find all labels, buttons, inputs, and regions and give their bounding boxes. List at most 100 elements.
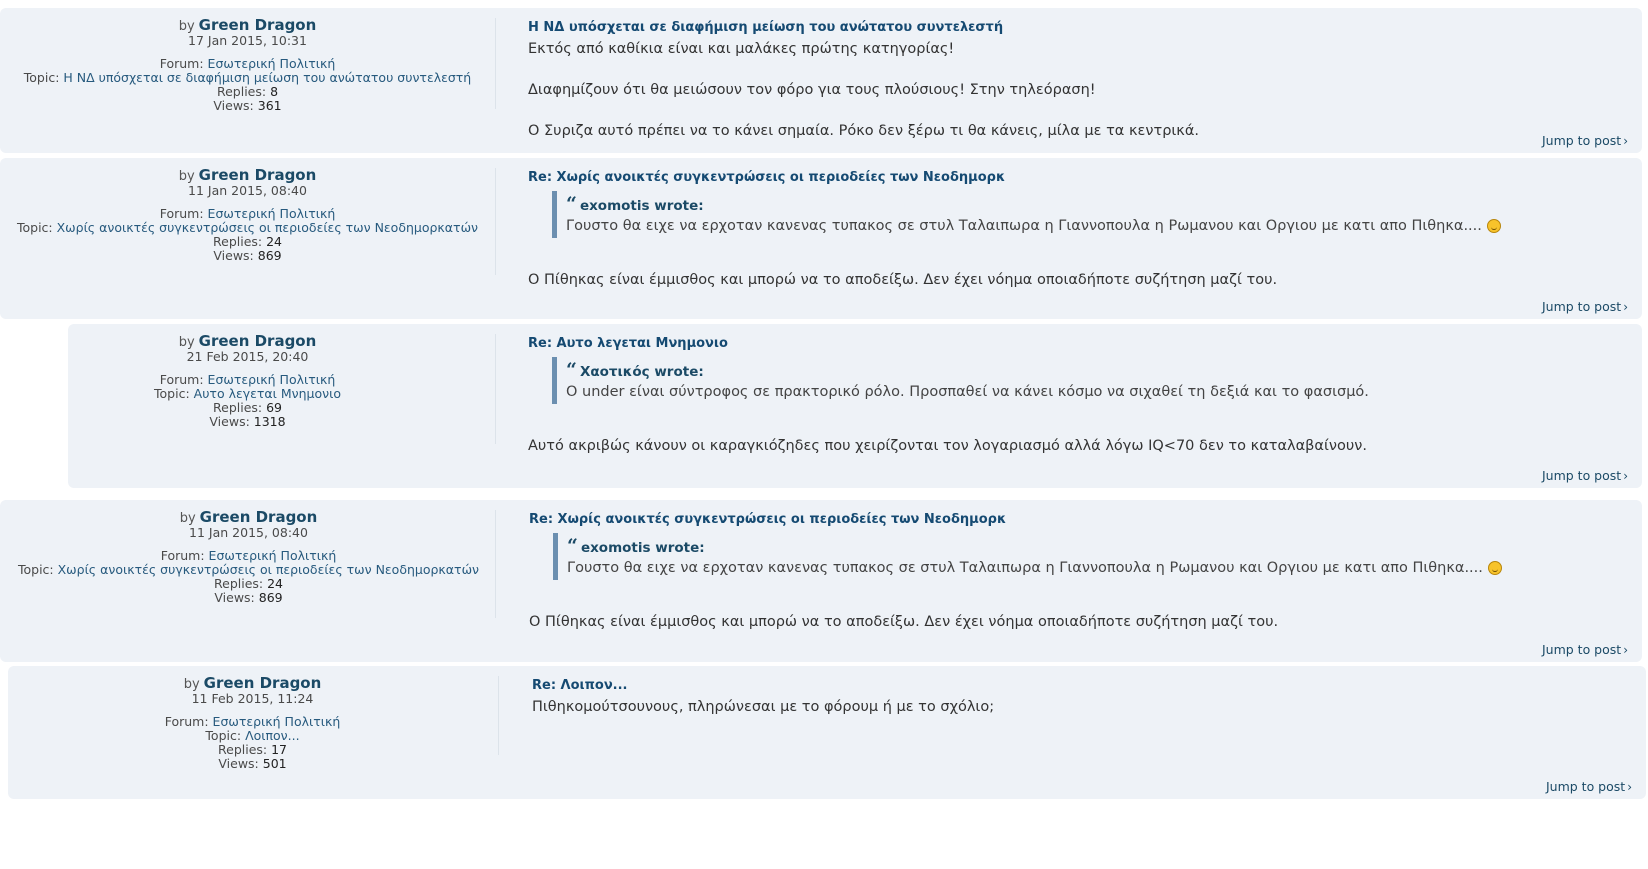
forum-link[interactable]: Εσωτερική Πολιτική [209, 548, 337, 563]
jump-label: Jump to post [1541, 133, 1622, 148]
forum-link[interactable]: Εσωτερική Πολιτική [208, 206, 336, 221]
views-count: 1318 [253, 414, 286, 429]
forum-label: Forum: [160, 548, 205, 563]
quote-author: Χαοτικός wrote: [579, 364, 704, 380]
topic-link[interactable]: Η ΝΔ υπόσχεται σε διαφήμιση μείωση του α… [63, 70, 471, 85]
post-title-link[interactable]: Re: Χωρίς ανοικτές συγκεντρώσεις οι περι… [529, 512, 1622, 527]
author-link[interactable]: Green Dragon [199, 166, 317, 184]
post-paragraph: Αυτό ακριβώς κάνουν οι καραγκιόζηδες που… [528, 438, 1367, 454]
replies-count: 69 [266, 400, 282, 415]
views-count: 869 [258, 590, 283, 605]
post-date: 11 Jan 2015, 08:40 [189, 525, 308, 540]
post-date: 21 Feb 2015, 20:40 [186, 349, 309, 364]
post-author-info: by Green Dragon 11 Jan 2015, 08:40 Forum… [1, 510, 496, 605]
replies-label: Replies: [214, 576, 264, 591]
views-label: Views: [213, 248, 254, 263]
topic-link[interactable]: Χωρίς ανοικτές συγκεντρώσεις οι περιοδεί… [57, 220, 478, 235]
views-count: 869 [257, 248, 282, 263]
post-content: Η ΝΔ υπόσχεται σε διαφήμιση μείωση του α… [528, 20, 1622, 162]
quote-icon: “ [567, 535, 578, 557]
jump-to-post-link[interactable]: Jump to post › [1542, 468, 1628, 483]
author-link[interactable]: Green Dragon [199, 16, 317, 34]
post-title-link[interactable]: Re: Χωρίς ανοικτές συγκεντρώσεις οι περι… [528, 170, 1622, 185]
by-label: by [178, 19, 195, 34]
author-link[interactable]: Green Dragon [199, 332, 317, 350]
chevron-right-icon: › [1627, 780, 1632, 794]
author-link[interactable]: Green Dragon [204, 674, 322, 692]
chevron-right-icon: › [1623, 469, 1628, 483]
post-paragraph: Πιθηκομούτσουνους, πληρώνεσαι με το φόρο… [532, 699, 995, 715]
forum-label: Forum: [159, 372, 204, 387]
search-result-post: by Green Dragon 11 Jan 2015, 08:40 Forum… [0, 500, 1642, 662]
replies-count: 17 [271, 742, 287, 757]
by-label: by [178, 169, 195, 184]
topic-label: Topic: [205, 728, 242, 743]
quote-text: Γουστο θα ειχε να ερχοταν κανενας τυπακο… [566, 218, 1482, 234]
post-paragraph: Ο Συριζα αυτό πρέπει να το κάνει σημαία.… [528, 123, 1200, 139]
replies-count: 8 [270, 84, 279, 99]
column-divider [495, 334, 496, 444]
quote-block: “exomotis wrote: Γουστο θα ειχε να ερχοτ… [553, 533, 1622, 580]
views-label: Views: [214, 590, 255, 605]
column-divider [498, 676, 499, 755]
topic-link[interactable]: Λοιπον... [245, 728, 300, 743]
post-author-info: by Green Dragon 11 Jan 2015, 08:40 Forum… [0, 168, 495, 263]
post-paragraph: Διαφημίζουν ότι θα μειώσουν τον φόρο για… [528, 82, 1096, 98]
views-label: Views: [209, 414, 250, 429]
views-label: Views: [218, 756, 259, 771]
quote-text: Ο under είναι σύντροφος σε πρακτορικό ρό… [566, 384, 1369, 400]
post-date: 11 Jan 2015, 08:40 [188, 183, 307, 198]
quote-icon: “ [566, 359, 577, 381]
jump-to-post-link[interactable]: Jump to post › [1542, 133, 1628, 148]
post-content: Re: Λοιπον... Πιθηκομούτσουνους, πληρώνε… [532, 678, 1626, 738]
quote-block: “exomotis wrote: Γουστο θα ειχε να ερχοτ… [552, 191, 1622, 238]
post-title-link[interactable]: Re: Λοιπον... [532, 678, 1626, 693]
jump-label: Jump to post [1545, 779, 1626, 794]
jump-to-post-link[interactable]: Jump to post › [1546, 779, 1632, 794]
column-divider [495, 18, 496, 109]
chevron-right-icon: › [1623, 643, 1628, 657]
by-label: by [179, 511, 196, 526]
post-title-link[interactable]: Re: Αυτο λεγεται Μνημονιο [528, 336, 1622, 351]
search-result-post: by Green Dragon 11 Jan 2015, 08:40 Forum… [0, 158, 1642, 319]
forum-label: Forum: [159, 206, 204, 221]
forum-label: Forum: [159, 56, 204, 71]
topic-label: Topic: [154, 386, 190, 401]
replies-label: Replies: [213, 400, 263, 415]
topic-label: Topic: [16, 220, 53, 235]
quote-author: exomotis wrote: [580, 540, 705, 556]
replies-count: 24 [267, 576, 283, 591]
quote-text: Γουστο θα ειχε να ερχοταν κανενας τυπακο… [567, 560, 1483, 576]
author-link[interactable]: Green Dragon [200, 508, 318, 526]
column-divider [495, 510, 496, 618]
forum-link[interactable]: Εσωτερική Πολιτική [208, 372, 336, 387]
jump-to-post-link[interactable]: Jump to post › [1542, 299, 1628, 314]
column-divider [495, 168, 496, 275]
post-title-link[interactable]: Η ΝΔ υπόσχεται σε διαφήμιση μείωση του α… [528, 20, 1622, 35]
search-result-post: by Green Dragon 21 Feb 2015, 20:40 Forum… [68, 324, 1642, 488]
topic-label: Topic: [23, 70, 60, 85]
topic-link[interactable]: Αυτο λεγεται Μνημονιο [194, 386, 341, 401]
replies-count: 24 [266, 234, 282, 249]
topic-link[interactable]: Χωρίς ανοικτές συγκεντρώσεις οι περιοδεί… [58, 562, 479, 577]
quote-author: exomotis wrote: [579, 198, 704, 214]
forum-link[interactable]: Εσωτερική Πολιτική [208, 56, 336, 71]
chevron-right-icon: › [1623, 300, 1628, 314]
post-author-info: by Green Dragon 17 Jan 2015, 10:31 Forum… [0, 18, 495, 113]
jump-to-post-link[interactable]: Jump to post › [1542, 642, 1628, 657]
replies-label: Replies: [216, 84, 267, 99]
views-label: Views: [213, 98, 254, 113]
smiley-icon [1487, 561, 1502, 575]
replies-label: Replies: [218, 742, 268, 757]
by-label: by [178, 335, 195, 350]
views-count: 361 [257, 98, 282, 113]
post-paragraph: Εκτός από καθίκια είναι και μαλάκες πρώτ… [528, 41, 955, 57]
views-count: 501 [262, 756, 287, 771]
jump-label: Jump to post [1541, 299, 1622, 314]
quote-icon: “ [566, 193, 577, 215]
post-author-info: by Green Dragon 21 Feb 2015, 20:40 Forum… [0, 334, 495, 429]
topic-label: Topic: [17, 562, 54, 577]
post-content: Re: Αυτο λεγεται Μνημονιο “Χαοτικός wrot… [528, 336, 1622, 477]
post-author-info: by Green Dragon 11 Feb 2015, 11:24 Forum… [5, 676, 500, 771]
forum-link[interactable]: Εσωτερική Πολιτική [213, 714, 341, 729]
